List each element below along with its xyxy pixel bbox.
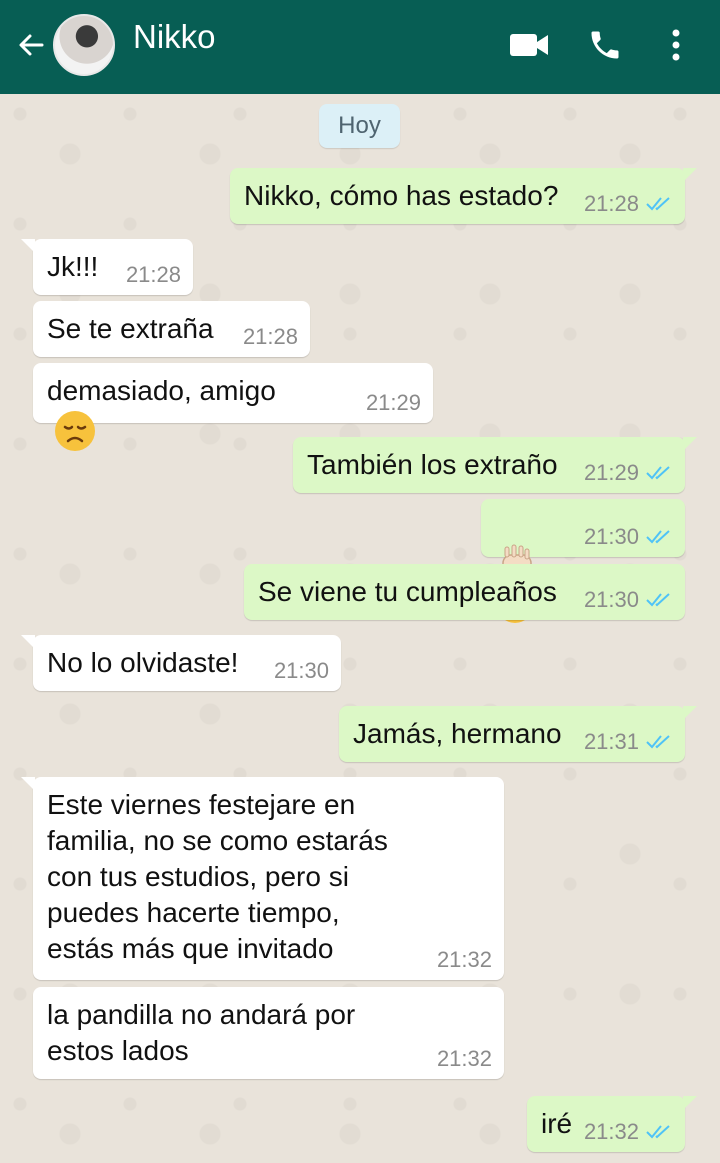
message-text: También los extraño	[307, 449, 558, 480]
read-ticks-icon	[646, 1125, 670, 1139]
message-text: Se viene tu cumpleaños	[258, 576, 557, 607]
message-incoming[interactable]: Este viernes festejare en familia, no se…	[21, 777, 504, 980]
phone-icon[interactable]	[584, 26, 626, 64]
chat-area[interactable]: Hoy Nikko, cómo has estado? 21:28 Jk!!! …	[0, 94, 720, 1163]
message-incoming[interactable]: Se te extraña 21:28	[33, 301, 310, 357]
message-time: 21:29	[365, 390, 421, 415]
disappointed-face-icon	[55, 411, 95, 451]
message-incoming[interactable]: la pandilla no andará por estos lados 21…	[33, 987, 504, 1079]
message-text: Se te extraña	[47, 313, 214, 344]
message-text: No lo olvidaste!	[47, 647, 239, 678]
message-outgoing[interactable]: Jamás, hermano 21:31	[339, 706, 697, 762]
message-time: 21:30	[583, 524, 639, 549]
arrow-left-icon[interactable]	[14, 28, 48, 62]
read-ticks-icon	[646, 530, 670, 544]
read-ticks-icon	[646, 466, 670, 480]
more-vertical-icon[interactable]	[655, 26, 697, 64]
message-time: 21:28	[242, 324, 298, 349]
message-time: 21:30	[583, 587, 639, 612]
message-outgoing[interactable]: Nikko, cómo has estado? 21:28	[230, 168, 697, 224]
message-incoming[interactable]: demasiado, amigo 21:29	[33, 363, 433, 451]
message-time: 21:32	[436, 1046, 492, 1071]
message-text: demasiado, amigo	[47, 375, 276, 406]
message-outgoing[interactable]: Se viene tu cumpleaños 21:30	[244, 564, 685, 620]
video-call-icon[interactable]	[508, 26, 550, 64]
message-time: 21:28	[583, 191, 639, 216]
message-outgoing[interactable]: iré 21:32	[527, 1096, 697, 1152]
message-time: 21:28	[125, 262, 181, 287]
message-text: Nikko, cómo has estado?	[244, 180, 559, 211]
message-text: Jamás, hermano	[353, 718, 562, 749]
contact-name[interactable]: Nikko	[133, 18, 216, 56]
message-time: 21:32	[583, 1119, 639, 1144]
message-text: la pandilla no andará por estos lados	[47, 999, 356, 1066]
read-ticks-icon	[646, 593, 670, 607]
message-time: 21:30	[273, 658, 329, 683]
message-incoming[interactable]: Jk!!! 21:28	[21, 239, 193, 295]
read-ticks-icon	[646, 735, 670, 749]
message-time: 21:31	[583, 729, 639, 754]
message-time: 21:29	[583, 460, 639, 485]
message-time: 21:32	[436, 947, 492, 972]
message-text: Este viernes festejare en familia, no se…	[47, 789, 388, 964]
message-text: Jk!!!	[47, 251, 99, 282]
contact-avatar[interactable]	[53, 14, 115, 76]
date-chip: Hoy	[319, 104, 400, 148]
message-outgoing[interactable]: También los extraño 21:29	[293, 437, 697, 493]
chat-header: Nikko	[0, 0, 720, 94]
message-incoming[interactable]: No lo olvidaste! 21:30	[21, 635, 341, 691]
read-ticks-icon	[646, 197, 670, 211]
message-outgoing[interactable]: 21:30	[481, 499, 685, 623]
message-text: iré	[541, 1108, 573, 1139]
